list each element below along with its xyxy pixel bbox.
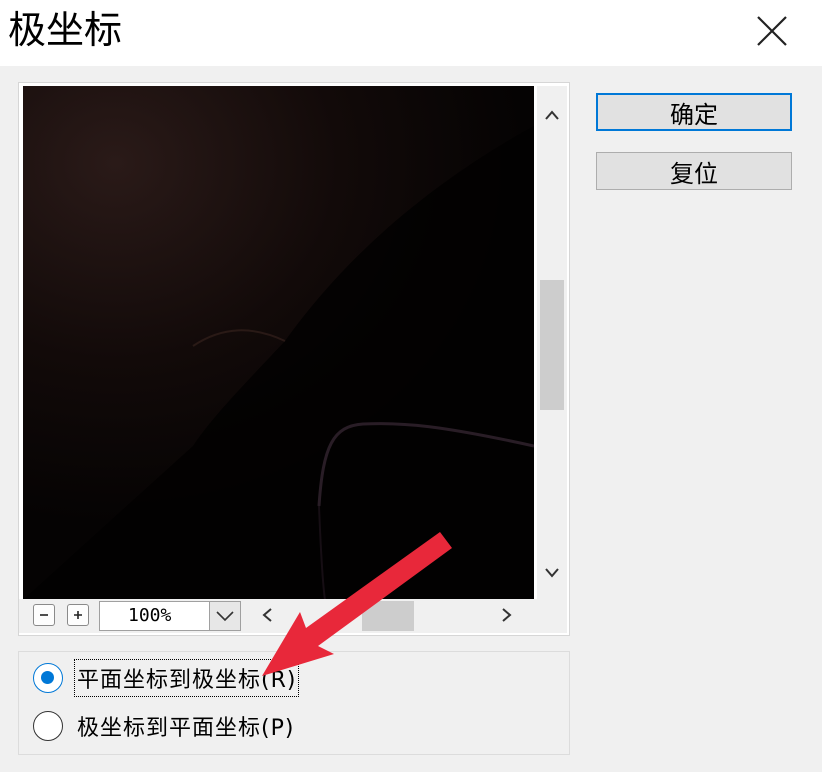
preview-toolbar: 100% <box>19 599 567 633</box>
scroll-right-button[interactable] <box>493 601 521 629</box>
radio-polar-to-rect[interactable] <box>33 711 63 741</box>
chevron-down-icon <box>545 568 559 578</box>
zoom-out-button[interactable] <box>33 604 55 626</box>
radio-rect-to-polar[interactable] <box>33 663 63 693</box>
reset-button[interactable]: 复位 <box>596 152 792 190</box>
preview-image[interactable] <box>23 86 534 600</box>
zoom-select[interactable]: 100% <box>99 601 241 631</box>
ok-button[interactable]: 确定 <box>596 93 792 131</box>
chevron-left-icon <box>262 608 272 622</box>
title-bar: 极坐标 <box>0 0 822 66</box>
scroll-up-button[interactable] <box>537 100 567 130</box>
chevron-up-icon <box>545 110 559 120</box>
minus-icon <box>40 614 48 616</box>
preview-panel: 100% <box>18 82 570 636</box>
chevron-right-icon <box>502 608 512 622</box>
horizontal-scroll-thumb[interactable] <box>362 601 414 631</box>
option-label-rect-to-polar: 平面坐标到极坐标(R) <box>73 659 300 697</box>
option-label-polar-to-rect: 极坐标到平面坐标(P) <box>77 716 295 741</box>
close-icon <box>757 16 787 46</box>
close-button[interactable] <box>742 4 802 58</box>
conversion-options-group: 平面坐标到极坐标(R) 极坐标到平面坐标(P) <box>18 651 570 755</box>
radio-selected-dot <box>41 671 54 684</box>
option-polar-to-rect[interactable]: 极坐标到平面坐标(P) <box>33 710 294 742</box>
scroll-left-button[interactable] <box>253 601 281 629</box>
plus-icon <box>74 611 82 619</box>
zoom-in-button[interactable] <box>67 604 89 626</box>
vertical-scrollbar[interactable] <box>537 86 567 600</box>
zoom-dropdown-button[interactable] <box>209 602 240 630</box>
vertical-scroll-thumb[interactable] <box>540 280 564 410</box>
zoom-value: 100% <box>128 605 172 626</box>
chevron-down-icon <box>216 611 234 622</box>
scroll-down-button[interactable] <box>537 558 567 588</box>
option-rect-to-polar[interactable]: 平面坐标到极坐标(R) <box>33 659 300 697</box>
dialog-title: 极坐标 <box>8 8 123 52</box>
